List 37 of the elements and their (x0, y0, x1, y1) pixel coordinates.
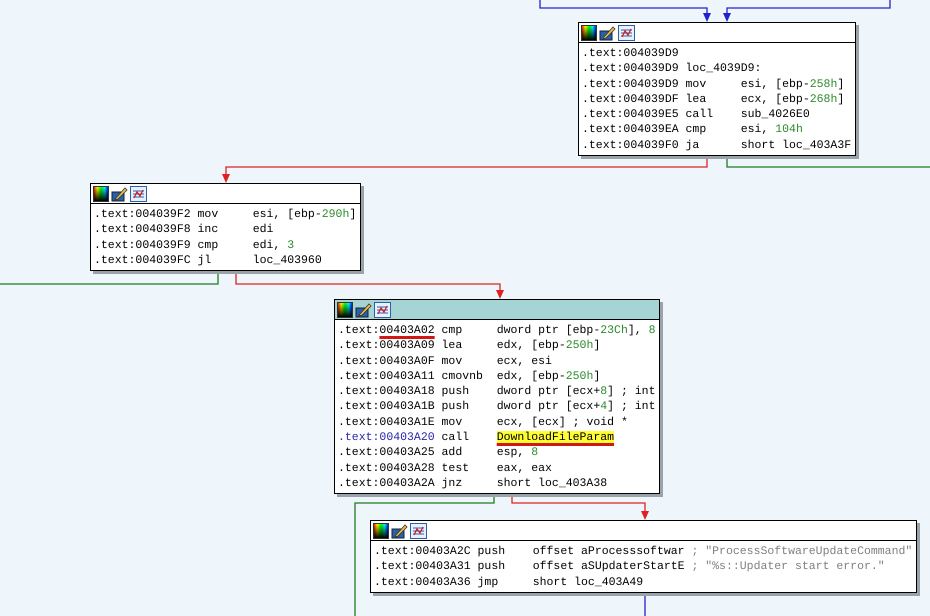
graph-icon[interactable] (618, 24, 635, 40)
code-line: .text:004039F0 ja short loc_403A3F (582, 138, 852, 154)
gradient-icon[interactable] (373, 522, 389, 538)
gradient-icon[interactable] (93, 186, 109, 202)
code-line: .text:004039D9 mov esi, [ebp-258h] (582, 76, 846, 92)
code-line: .text:00403A36 jmp short loc_403A49 (374, 574, 644, 590)
code-line: .text:00403A2A jnz short loc_403A38 (338, 476, 608, 492)
code-line: .text:004039E5 call sub_4026E0 (582, 107, 811, 122)
code-line: .text:004039DF lea ecx, [ebp-268h] (582, 92, 846, 108)
code-line: .text:004039F9 cmp edi, 3 (94, 238, 296, 253)
code-line: .text:004039F2 mov esi, [ebp-290h] (94, 207, 356, 222)
code-line: .text:004039F8 inc edi (94, 222, 274, 238)
gradient-icon[interactable] (581, 24, 597, 40)
code-line: .text:00403A20 call DownloadFileParam (338, 430, 616, 446)
pencil-icon[interactable] (599, 24, 616, 40)
code-line: .text:00403A18 push dword ptr [ecx+8] ; int (338, 384, 656, 400)
pencil-icon[interactable] (111, 186, 128, 202)
code-line: .text:00403A25 add esp, 8 (338, 445, 540, 461)
code-line: .text:00403A31 push offset aSUpdaterStartE ; "%s::Updater start error." (374, 559, 886, 575)
graph-icon[interactable] (130, 186, 147, 202)
graph-icon[interactable] (374, 302, 391, 318)
graph-icon[interactable] (410, 522, 427, 538)
code-line: .text:004039FC jl loc_403960 (94, 252, 323, 268)
code-line: .text:00403A28 test eax, eax (338, 460, 553, 476)
code-line: .text:00403A11 cmovnb edx, [ebp-250h] (338, 368, 602, 384)
pencil-icon[interactable] (355, 302, 372, 318)
code-line: .text:00403A2C push offset aProcesssoftwar ; "ProcessSoftwareUpdateCommand" (374, 544, 912, 560)
code-line: .text:004039D9 (582, 46, 680, 62)
code-line: .text:004039D9 loc_4039D9: (582, 61, 762, 77)
code-line: .text:00403A02 cmp dword ptr [ebp-23Ch], 8 (338, 323, 656, 338)
code-line: .text:004039EA cmp esi, 104h (582, 122, 804, 138)
code-line: .text:00403A1B push dword ptr [ecx+4] ; int (338, 399, 656, 415)
code-line: .text:00403A09 lea edx, [ebp-250h] (338, 338, 602, 354)
pencil-icon[interactable] (391, 522, 408, 538)
code-line: .text:00403A1E mov ecx, [ecx] ; void * (338, 414, 629, 430)
code-line: .text:00403A0F mov ecx, esi (338, 354, 553, 369)
gradient-icon[interactable] (337, 302, 353, 318)
